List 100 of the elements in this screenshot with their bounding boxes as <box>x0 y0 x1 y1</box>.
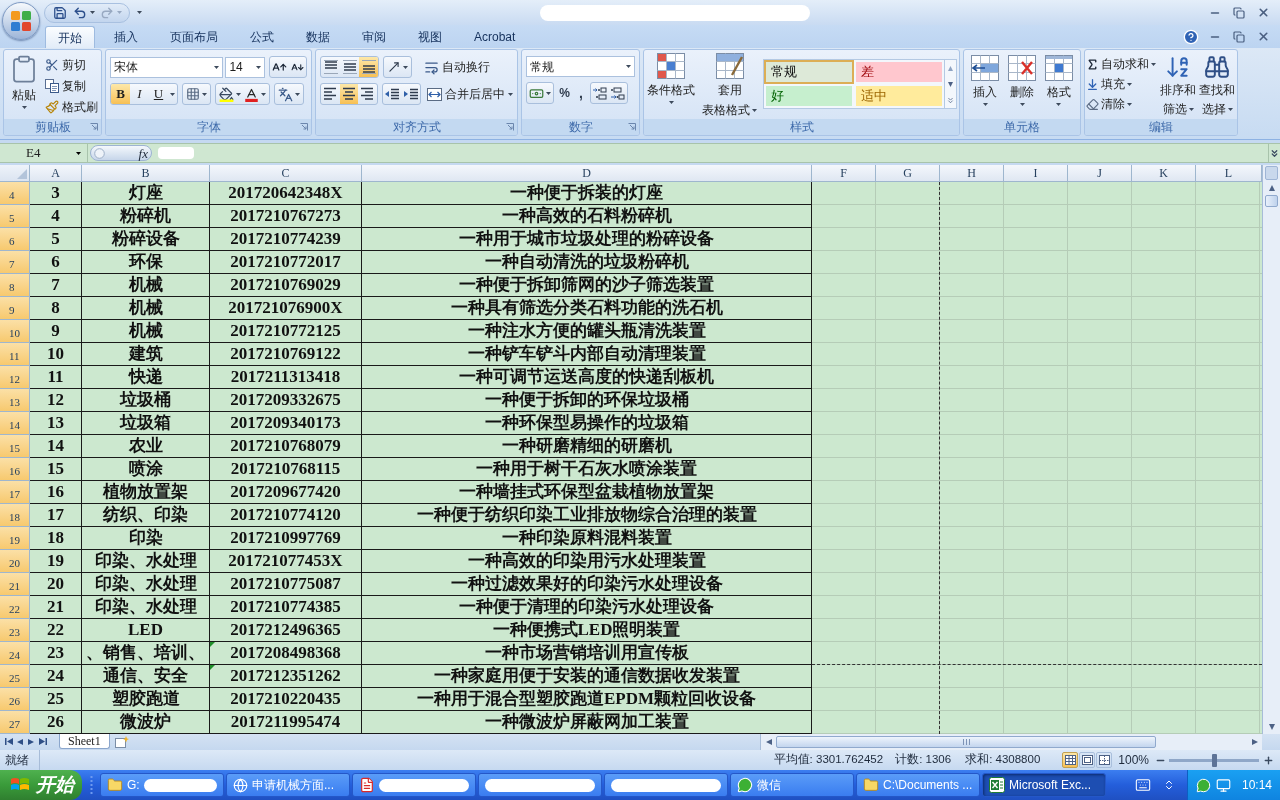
percent-button[interactable]: % <box>557 82 572 104</box>
format-painter-button[interactable]: 格式刷 <box>45 96 98 117</box>
ribbon-tab[interactable]: 数据 <box>293 26 343 48</box>
fill-button[interactable]: 填充 <box>1086 74 1158 94</box>
cell-style-option[interactable]: 差 <box>854 60 944 84</box>
insert-sheet-button[interactable] <box>112 734 131 749</box>
taskbar-button[interactable] <box>604 773 728 797</box>
column-header[interactable]: G <box>876 165 940 182</box>
zoom-slider-thumb[interactable] <box>1212 753 1217 767</box>
row-header[interactable]: 4 <box>0 182 30 205</box>
help-button[interactable] <box>1182 27 1200 46</box>
paste-button[interactable]: 粘贴 <box>7 54 41 119</box>
ribbon-tab[interactable]: 审阅 <box>349 26 399 48</box>
ribbon-tab[interactable]: Acrobat <box>461 26 529 48</box>
ribbon-tab[interactable]: 插入 <box>101 26 151 48</box>
row-header[interactable]: 15 <box>0 435 30 458</box>
restore-button[interactable] <box>1230 4 1248 21</box>
vertical-align-button[interactable] <box>340 57 359 77</box>
column-header[interactable]: K <box>1132 165 1196 182</box>
font-name-field[interactable]: 宋体 <box>110 56 224 78</box>
column-header[interactable]: J <box>1068 165 1132 182</box>
font-color-button[interactable] <box>244 86 266 102</box>
column-header[interactable]: A <box>30 165 82 182</box>
start-button[interactable]: 开始 <box>0 770 82 800</box>
column-header[interactable]: D <box>362 165 812 182</box>
row-header[interactable]: 11 <box>0 343 30 366</box>
row-header[interactable]: 16 <box>0 458 30 481</box>
sort-filter-button[interactable]: 排序和 筛选 <box>1159 54 1197 119</box>
row-header[interactable]: 21 <box>0 573 30 596</box>
taskbar-button[interactable]: Microsoft Exc... <box>982 773 1106 797</box>
row-header[interactable]: 13 <box>0 389 30 412</box>
row-header[interactable]: 14 <box>0 412 30 435</box>
text-style-button[interactable]: I <box>130 84 149 104</box>
row-header[interactable]: 23 <box>0 619 30 642</box>
text-style-button[interactable]: B <box>111 84 130 104</box>
row-header[interactable]: 10 <box>0 320 30 343</box>
row-header[interactable]: 8 <box>0 274 30 297</box>
row-header[interactable]: 6 <box>0 228 30 251</box>
find-select-button[interactable]: 查找和 选择 <box>1198 54 1236 119</box>
dialog-launcher-icon[interactable] <box>506 123 514 131</box>
column-header[interactable]: B <box>82 165 210 182</box>
dialog-launcher-icon[interactable] <box>90 123 98 131</box>
ribbon-tab[interactable]: 页面布局 <box>157 26 231 48</box>
column-header[interactable]: I <box>1004 165 1068 182</box>
phonetic-button[interactable] <box>274 83 304 105</box>
page-break-view-button[interactable] <box>1096 752 1113 768</box>
merge-center-button[interactable]: 合并后居中 <box>427 83 513 105</box>
row-header[interactable]: 12 <box>0 366 30 389</box>
ribbon-tab[interactable]: 公式 <box>237 26 287 48</box>
orientation-button[interactable] <box>383 56 412 78</box>
fill-color-button[interactable] <box>219 86 241 102</box>
ribbon-tab[interactable]: 视图 <box>405 26 455 48</box>
page-layout-view-button[interactable] <box>1079 752 1096 768</box>
cell-style-option[interactable]: 好 <box>764 84 854 108</box>
borders-button[interactable] <box>182 83 211 105</box>
normal-view-button[interactable] <box>1062 752 1079 768</box>
row-header[interactable]: 5 <box>0 205 30 228</box>
copy-button[interactable]: 复制 <box>45 75 98 96</box>
text-style-button[interactable]: U <box>149 84 168 104</box>
wrap-text-button[interactable]: 自动换行 <box>424 56 490 78</box>
zoom-in-button[interactable] <box>1262 754 1274 766</box>
taskbar-button[interactable] <box>478 773 602 797</box>
dialog-launcher-icon[interactable] <box>300 123 308 131</box>
workbook-restore-button[interactable] <box>1230 28 1248 45</box>
ribbon-tab[interactable]: 开始 <box>45 26 95 48</box>
cells-command-button[interactable]: 格式 <box>1041 55 1076 119</box>
cell-style-option[interactable]: 适中 <box>854 84 944 108</box>
row-header[interactable]: 20 <box>0 550 30 573</box>
cut-button[interactable]: 剪切 <box>45 54 98 75</box>
font-size-field[interactable]: 14 <box>225 56 266 78</box>
currency-button[interactable] <box>526 82 554 104</box>
row-header[interactable]: 26 <box>0 688 30 711</box>
row-header[interactable]: 18 <box>0 504 30 527</box>
vertical-align-button[interactable] <box>359 57 378 77</box>
name-box[interactable]: E4 <box>0 144 88 162</box>
format-as-table-button[interactable]: 套用 表格格式 <box>698 53 761 119</box>
cells-command-button[interactable]: 删除 <box>1004 55 1040 119</box>
conditional-formatting-button[interactable]: 条件格式 <box>646 53 697 119</box>
sheet-tab[interactable]: Sheet1 <box>59 734 110 749</box>
insert-function-button[interactable]: fx <box>138 146 148 160</box>
column-header[interactable]: F <box>812 165 876 182</box>
cell-style-option[interactable]: 常规 <box>764 60 854 84</box>
column-header[interactable]: L <box>1196 165 1262 182</box>
cells-command-button[interactable]: 插入 <box>968 55 1003 119</box>
column-header[interactable]: C <box>210 165 362 182</box>
clear-button[interactable]: 清除 <box>1086 94 1158 114</box>
row-header[interactable]: 24 <box>0 642 30 665</box>
number-format-field[interactable]: 常规 <box>526 56 635 77</box>
row-header[interactable]: 9 <box>0 297 30 320</box>
zoom-level-button[interactable]: 100% <box>1118 751 1149 769</box>
comma-button[interactable]: , <box>575 82 587 104</box>
row-header[interactable]: 25 <box>0 665 30 688</box>
taskbar-button[interactable] <box>352 773 476 797</box>
horizontal-align-button[interactable] <box>339 84 359 104</box>
expand-formula-bar-button[interactable] <box>1268 144 1280 162</box>
row-header[interactable]: 22 <box>0 596 30 619</box>
row-header[interactable]: 27 <box>0 711 30 734</box>
row-header[interactable]: 17 <box>0 481 30 504</box>
row-header[interactable]: 7 <box>0 251 30 274</box>
row-header[interactable]: 19 <box>0 527 30 550</box>
